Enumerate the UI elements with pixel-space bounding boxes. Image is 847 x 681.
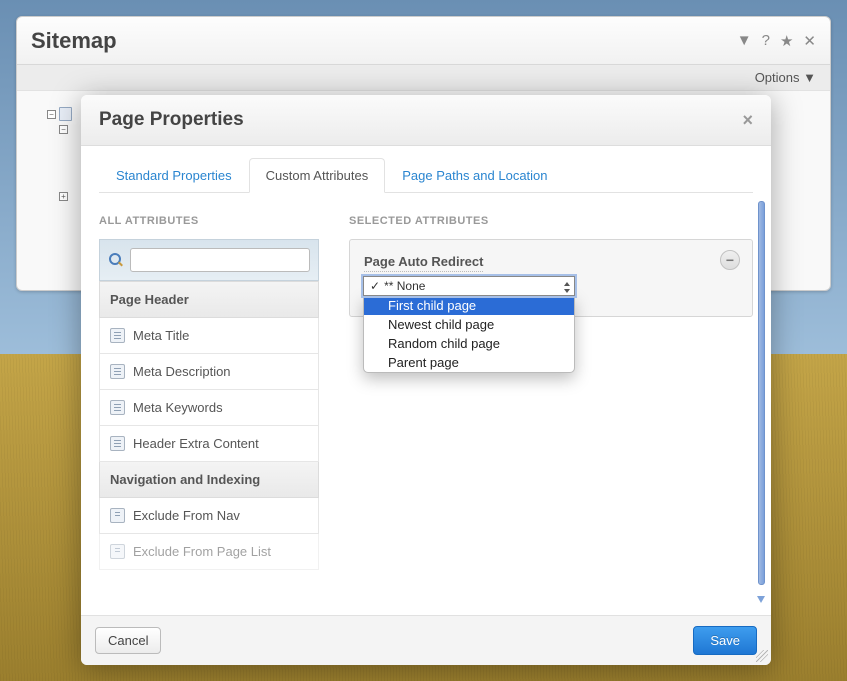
dialog-title: Page Properties: [99, 109, 742, 131]
option-first-child[interactable]: First child page: [364, 296, 574, 315]
redirect-select[interactable]: ✓ ** None: [363, 276, 575, 296]
attr-label: Exclude From Page List: [133, 544, 271, 559]
group-page-header: Page Header: [99, 281, 319, 318]
collapse-icon[interactable]: ▼: [737, 32, 752, 50]
tree-expand-icon[interactable]: +: [59, 192, 68, 201]
option-newest-child[interactable]: Newest child page: [364, 315, 574, 334]
select-dropdown: First child page Newest child page Rando…: [363, 296, 575, 373]
help-icon[interactable]: ?: [762, 32, 770, 50]
attribute-icon: [110, 328, 125, 343]
select-value: ** None: [384, 279, 425, 293]
attribute-icon: [110, 508, 125, 523]
selected-attribute-block: Page Auto Redirect − ✓ ** None First chi…: [349, 239, 753, 317]
save-button[interactable]: Save: [693, 626, 757, 655]
dialog-header: Page Properties ×: [81, 95, 771, 146]
close-panel-icon[interactable]: ✕: [803, 32, 816, 50]
attribute-icon: [110, 400, 125, 415]
attr-exclude-pagelist[interactable]: Exclude From Page List: [99, 534, 319, 570]
attr-label: Meta Title: [133, 328, 189, 343]
tab-custom-attributes[interactable]: Custom Attributes: [249, 158, 386, 193]
chevron-down-icon: ▼: [803, 70, 816, 85]
search-icon: [108, 252, 124, 268]
tabs-row: Standard Properties Custom Attributes Pa…: [99, 158, 753, 193]
sitemap-header: Sitemap ▼ ? ★ ✕: [17, 17, 830, 65]
tree-collapse-icon[interactable]: −: [59, 125, 68, 134]
dialog-footer: Cancel Save: [81, 615, 771, 665]
page-properties-dialog: Page Properties × Standard Properties Cu…: [81, 95, 771, 665]
option-random-child[interactable]: Random child page: [364, 334, 574, 353]
options-label: Options: [755, 70, 800, 85]
attribute-icon: [110, 364, 125, 379]
all-attributes-label: ALL ATTRIBUTES: [99, 215, 319, 227]
attr-label: Meta Description: [133, 364, 231, 379]
star-icon[interactable]: ★: [780, 32, 793, 50]
scroll-down-icon[interactable]: [757, 596, 765, 603]
attr-meta-title[interactable]: Meta Title: [99, 318, 319, 354]
group-navigation: Navigation and Indexing: [99, 462, 319, 498]
attribute-search-box: [99, 239, 319, 281]
attribute-search-input[interactable]: [130, 248, 310, 272]
check-icon: ✓: [370, 279, 380, 293]
close-icon[interactable]: ×: [742, 110, 753, 131]
selected-attr-title: Page Auto Redirect: [364, 254, 483, 272]
page-icon: [59, 107, 72, 121]
attr-meta-keywords[interactable]: Meta Keywords: [99, 390, 319, 426]
tab-standard-properties[interactable]: Standard Properties: [99, 158, 249, 193]
option-parent-page[interactable]: Parent page: [364, 353, 574, 372]
attr-meta-description[interactable]: Meta Description: [99, 354, 319, 390]
attr-label: Header Extra Content: [133, 436, 259, 451]
attr-label: Exclude From Nav: [133, 508, 240, 523]
attribute-icon: [110, 436, 125, 451]
selected-attributes-label: SELECTED ATTRIBUTES: [349, 215, 753, 227]
options-menu[interactable]: Options ▼: [17, 65, 830, 91]
attr-exclude-nav[interactable]: Exclude From Nav: [99, 498, 319, 534]
attr-label: Meta Keywords: [133, 400, 223, 415]
remove-attribute-button[interactable]: −: [720, 250, 740, 270]
tree-collapse-icon[interactable]: −: [47, 110, 56, 119]
resize-grip-icon[interactable]: [756, 650, 768, 662]
attr-header-extra[interactable]: Header Extra Content: [99, 426, 319, 462]
tab-page-paths[interactable]: Page Paths and Location: [385, 158, 564, 193]
attribute-icon: [110, 544, 125, 559]
scrollbar[interactable]: [758, 201, 765, 603]
cancel-button[interactable]: Cancel: [95, 627, 161, 654]
sitemap-title: Sitemap: [31, 28, 737, 54]
